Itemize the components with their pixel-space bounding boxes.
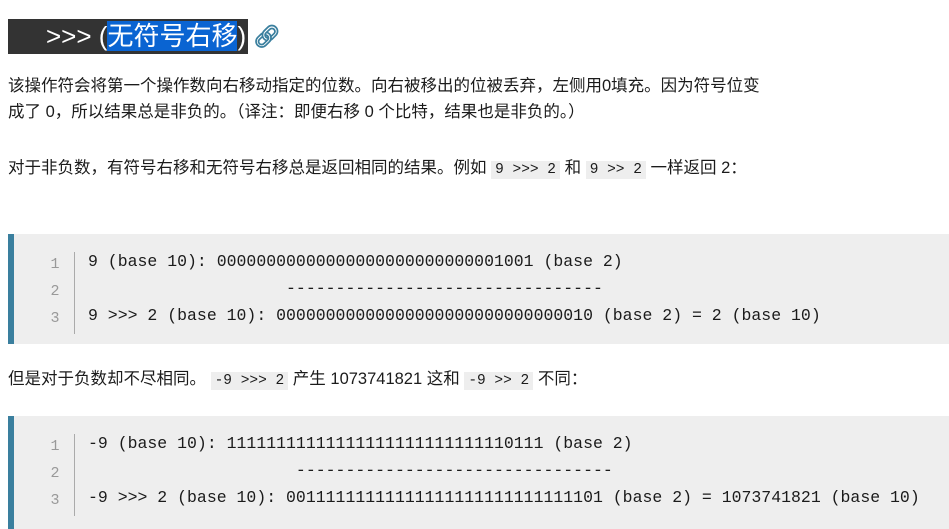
text: 但是对于负数却不尽相同。 xyxy=(8,370,211,388)
section-heading: >>> (无符号右移) xyxy=(8,19,249,54)
line-numbers: 123 xyxy=(50,438,60,509)
inline-code: -9 >>> 2 xyxy=(210,372,289,390)
inline-code: 9 >> 2 xyxy=(585,161,646,179)
code-lines: -9 (base 10): 11111111111111111111111111… xyxy=(88,434,920,507)
heading-prefix: >>> ( xyxy=(46,21,108,51)
text: 对于非负数，有符号右移和无符号右移总是返回相同的结果。例如 xyxy=(8,159,492,177)
paragraph-nonnegative: 对于非负数，有符号右移和无符号右移总是返回相同的结果。例如 9 >>> 2 和 … xyxy=(8,155,768,183)
code-lines: 9 (base 10): 000000000000000000000000000… xyxy=(88,252,821,325)
gutter-divider xyxy=(74,434,75,516)
gutter-divider xyxy=(74,252,75,334)
inline-code: -9 >> 2 xyxy=(464,372,534,390)
paragraph-negative: 但是对于负数却不尽相同。 -9 >>> 2 产生 1073741821 这和 -… xyxy=(8,366,768,394)
code-block-2: 123 -9 (base 10): 1111111111111111111111… xyxy=(8,416,949,529)
link-icon[interactable]: 🔗︎ xyxy=(253,24,281,50)
text: 产生 1073741821 这和 xyxy=(288,370,465,388)
text: 不同： xyxy=(533,370,588,388)
text: 和 xyxy=(560,159,586,177)
code-block-1: 123 9 (base 10): 00000000000000000000000… xyxy=(8,234,949,344)
paragraph-description: 该操作符会将第一个操作数向右移动指定的位数。向右被移出的位被丢弃，左侧用0填充。… xyxy=(8,77,760,121)
heading-selected-text: 无符号右移 xyxy=(107,21,238,51)
line-numbers: 123 xyxy=(50,256,60,327)
heading-suffix: ) xyxy=(237,21,247,51)
inline-code: 9 >>> 2 xyxy=(491,161,561,179)
text: 一样返回 2： xyxy=(645,159,747,177)
